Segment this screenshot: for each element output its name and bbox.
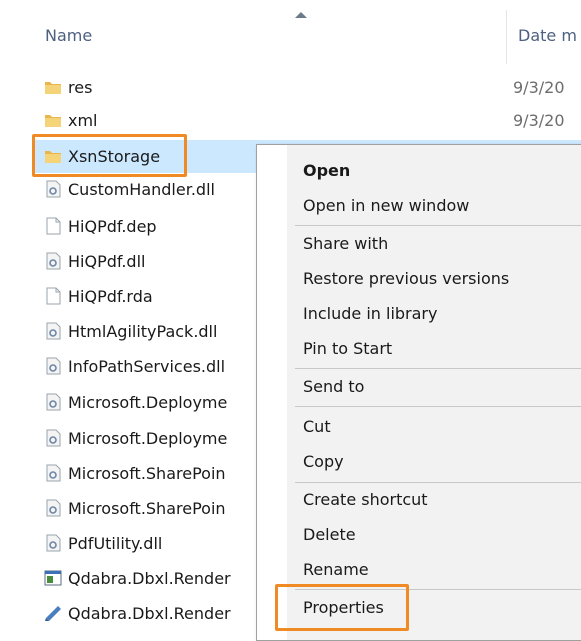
file-name: HtmlAgilityPack.dll	[68, 322, 218, 341]
menu-item-copy[interactable]: Copy	[303, 452, 344, 471]
menu-item-pin-to-start[interactable]: Pin to Start	[303, 339, 392, 358]
menu-item-open-new-window[interactable]: Open in new window	[303, 196, 469, 215]
exe-icon	[44, 569, 62, 587]
dll-icon	[44, 322, 62, 340]
menu-item-send-to[interactable]: Send to	[303, 377, 364, 396]
file-name: Microsoft.Deployme	[68, 429, 228, 448]
file-icon	[44, 217, 62, 235]
file-name: HiQPdf.rda	[68, 287, 153, 306]
file-name: InfoPathServices.dll	[68, 357, 226, 376]
context-menu-gutter	[257, 145, 287, 640]
folder-highlight-box	[32, 134, 187, 177]
file-name: HiQPdf.dll	[68, 252, 146, 271]
date-modified-column-header[interactable]: Date m	[507, 10, 581, 64]
file-name: Microsoft.Deployme	[68, 393, 228, 412]
file-date: 9/3/20	[513, 78, 565, 97]
file-icon	[44, 287, 62, 305]
menu-separator	[295, 225, 581, 226]
file-name: HiQPdf.dep	[68, 217, 157, 236]
context-menu: Open Open in new window Share with Resto…	[256, 144, 581, 641]
menu-separator	[295, 482, 581, 483]
menu-item-share-with[interactable]: Share with	[303, 234, 388, 253]
file-name: Microsoft.SharePoin	[68, 464, 226, 483]
folder-icon	[44, 78, 62, 96]
menu-item-open[interactable]: Open	[303, 161, 350, 180]
menu-item-create-shortcut[interactable]: Create shortcut	[303, 490, 428, 509]
date-column-label: Date m	[518, 26, 577, 45]
file-name: res	[68, 78, 93, 97]
dll-icon	[44, 252, 62, 270]
menu-item-rename[interactable]: Rename	[303, 560, 369, 579]
menu-item-restore-previous-versions[interactable]: Restore previous versions	[303, 269, 509, 288]
name-column-header[interactable]: Name	[33, 10, 507, 64]
dll-icon	[44, 429, 62, 447]
file-name: xml	[68, 111, 98, 130]
dll-icon	[44, 534, 62, 552]
file-name: CustomHandler.dll	[68, 180, 215, 199]
config-icon	[44, 604, 62, 622]
file-name: Qdabra.Dbxl.Render	[68, 569, 231, 588]
menu-item-cut[interactable]: Cut	[303, 417, 331, 436]
sort-ascending-icon	[295, 12, 307, 18]
properties-highlight-box	[275, 584, 409, 631]
file-name: PdfUtility.dll	[68, 534, 163, 553]
menu-separator	[295, 368, 581, 369]
folder-icon	[44, 111, 62, 129]
dll-icon	[44, 393, 62, 411]
menu-item-include-in-library[interactable]: Include in library	[303, 304, 437, 323]
file-explorer: Name Date m res 9/3/20 xml 9/3/20 XsnSto…	[0, 0, 581, 641]
menu-item-delete[interactable]: Delete	[303, 525, 356, 544]
dll-icon	[44, 499, 62, 517]
file-name: Microsoft.SharePoin	[68, 499, 226, 518]
dll-icon	[44, 464, 62, 482]
dll-icon	[44, 180, 62, 198]
menu-separator	[295, 406, 581, 407]
name-column-label: Name	[45, 26, 93, 45]
dll-icon	[44, 357, 62, 375]
file-name: Qdabra.Dbxl.Render	[68, 604, 231, 623]
file-row-xml[interactable]: xml 9/3/20	[44, 104, 581, 137]
column-header-bar: Name Date m	[0, 10, 581, 64]
file-date: 9/3/20	[513, 111, 565, 130]
file-row-res[interactable]: res 9/3/20	[44, 71, 581, 104]
